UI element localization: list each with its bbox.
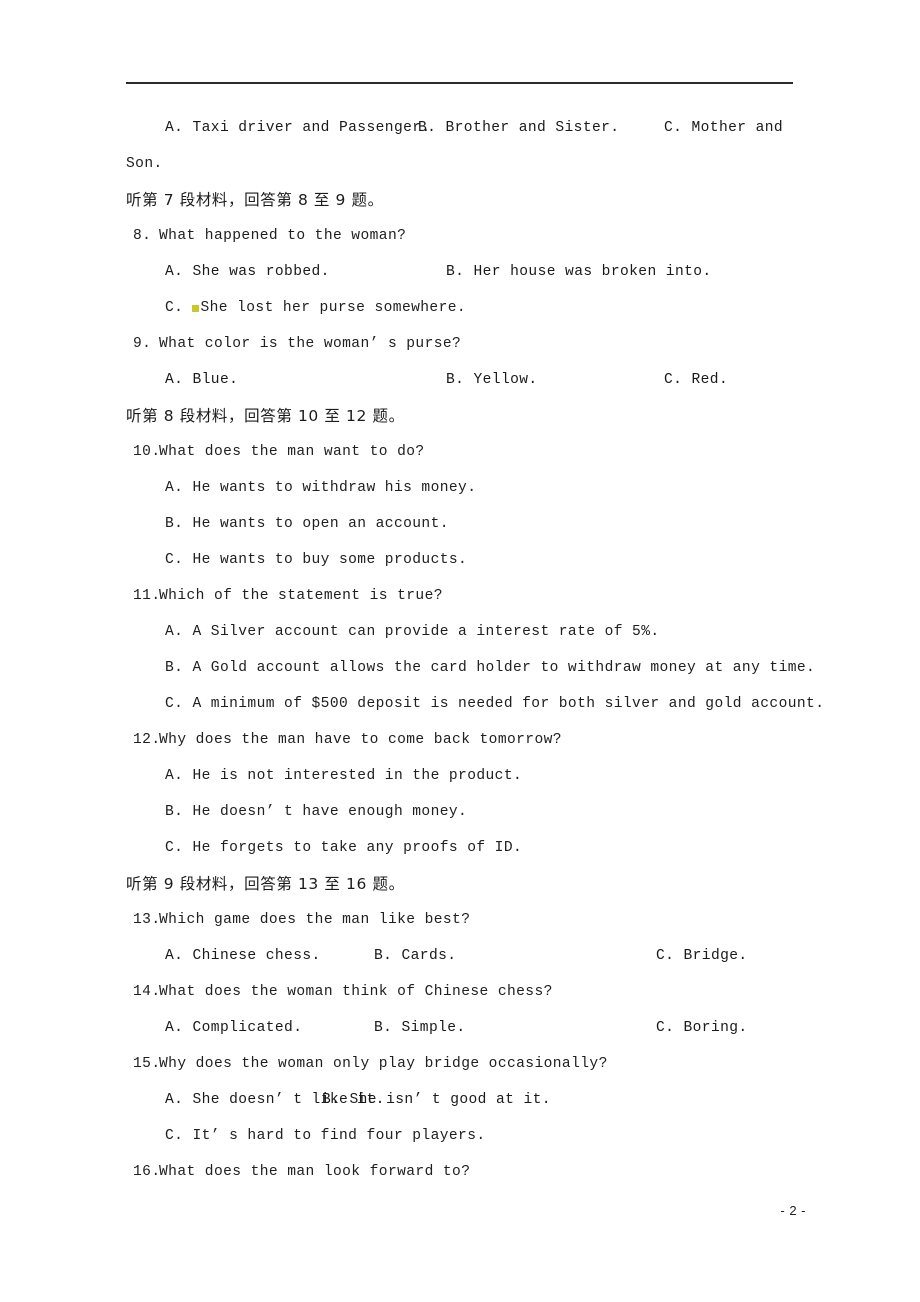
option-a-q9[interactable]: A. Blue.	[165, 362, 238, 398]
option-c-q9[interactable]: C. Red.	[664, 362, 728, 398]
option-b-q14[interactable]: B. Simple.	[374, 1010, 466, 1046]
option-row-q7: A. Taxi driver and Passenger. B. Brother…	[126, 110, 796, 146]
question-text-13: Which game does the man like best?	[159, 912, 471, 928]
option-a-q12[interactable]: A. He is not interested in the product.	[126, 758, 796, 794]
highlight-mark-icon	[192, 305, 200, 312]
question-stem-12: 12.Why does the man have to come back to…	[126, 722, 796, 758]
question-stem-16: 16.What does the man look forward to?	[126, 1154, 796, 1190]
option-row-q14: A. Complicated. B. Simple. C. Boring.	[126, 1010, 796, 1046]
question-number-12: 12.	[133, 732, 161, 748]
option-row-q9: A. Blue. B. Yellow. C. Red.	[126, 362, 796, 398]
option-c-q8-text: She lost her purse somewhere.	[200, 300, 467, 316]
option-c-q10[interactable]: C. He wants to buy some products.	[126, 542, 796, 578]
option-row-q13: A. Chinese chess. B. Cards. C. Bridge.	[126, 938, 796, 974]
header-rule	[126, 82, 793, 84]
footer-page-number: - 2 -	[780, 1203, 806, 1218]
option-c-q14[interactable]: C. Boring.	[656, 1010, 748, 1046]
question-text-9: What color is the woman’ s purse?	[159, 336, 462, 352]
option-b-q10[interactable]: B. He wants to open an account.	[126, 506, 796, 542]
exam-page: A. Taxi driver and Passenger. B. Brother…	[0, 0, 920, 1302]
option-c-q11[interactable]: C. A minimum of $500 deposit is needed f…	[126, 686, 824, 722]
question-stem-13: 13.Which game does the man like best?	[126, 902, 796, 938]
question-number-16: 16.	[133, 1164, 161, 1180]
question-text-16: What does the man look forward to?	[159, 1164, 471, 1180]
option-a-q10[interactable]: A. He wants to withdraw his money.	[126, 470, 796, 506]
option-c-q15[interactable]: C. It’ s hard to find four players.	[126, 1118, 796, 1154]
question-text-10: What does the man want to do?	[159, 444, 425, 460]
option-row-q15-ab: A. She doesn’ t like it. B. She isn’ t g…	[126, 1082, 796, 1118]
option-b-q15[interactable]: B. She isn’ t good at it.	[322, 1082, 551, 1118]
question-number-8: 8.	[133, 228, 152, 244]
question-stem-15: 15.Why does the woman only play bridge o…	[126, 1046, 796, 1082]
question-number-9: 9.	[133, 336, 152, 352]
option-a-q13[interactable]: A. Chinese chess.	[165, 938, 321, 974]
option-c-q8-letter: C.	[165, 300, 193, 316]
listening-heading-8: 听第 8 段材料，回答第 10 至 12 题。	[126, 407, 405, 425]
question-stem-10: 10.What does the man want to do?	[126, 434, 796, 470]
option-a-q8[interactable]: A. She was robbed.	[165, 254, 330, 290]
question-number-11: 11.	[133, 588, 161, 604]
question-body: A. Taxi driver and Passenger. B. Brother…	[126, 110, 824, 1190]
question-number-15: 15.	[133, 1056, 161, 1072]
option-c-q7-wrap: Son.	[126, 156, 163, 172]
option-b-q12[interactable]: B. He doesn’ t have enough money.	[126, 794, 796, 830]
option-c-q8[interactable]: C. She lost her purse somewhere.	[126, 290, 796, 326]
question-text-15: Why does the woman only play bridge occa…	[159, 1056, 608, 1072]
question-stem-14: 14.What does the woman think of Chinese …	[126, 974, 796, 1010]
listening-heading-9: 听第 9 段材料，回答第 13 至 16 题。	[126, 875, 405, 893]
option-b-q13[interactable]: B. Cards.	[374, 938, 456, 974]
question-stem-11: 11.Which of the statement is true?	[126, 578, 796, 614]
question-text-14: What does the woman think of Chinese che…	[159, 984, 553, 1000]
option-row-q8-ab: A. She was robbed. B. Her house was brok…	[126, 254, 796, 290]
question-number-14: 14.	[133, 984, 161, 1000]
question-number-10: 10.	[133, 444, 161, 460]
option-a-q7[interactable]: A. Taxi driver and Passenger.	[165, 110, 431, 146]
question-stem-9: 9. What color is the woman’ s purse?	[126, 326, 796, 362]
option-b-q8[interactable]: B. Her house was broken into.	[446, 254, 712, 290]
option-b-q11[interactable]: B. A Gold account allows the card holder…	[126, 650, 815, 686]
option-c-q13[interactable]: C. Bridge.	[656, 938, 748, 974]
option-c-q7[interactable]: C. Mother and	[664, 110, 783, 146]
question-text-8: What happened to the woman?	[159, 228, 407, 244]
option-b-q9[interactable]: B. Yellow.	[446, 362, 538, 398]
question-text-12: Why does the man have to come back tomor…	[159, 732, 562, 748]
option-a-q11[interactable]: A. A Silver account can provide a intere…	[126, 614, 796, 650]
question-number-13: 13.	[133, 912, 161, 928]
option-a-q14[interactable]: A. Complicated.	[165, 1010, 302, 1046]
option-b-q7[interactable]: B. Brother and Sister.	[418, 110, 619, 146]
option-c-q12[interactable]: C. He forgets to take any proofs of ID.	[126, 830, 796, 866]
listening-heading-7: 听第 7 段材料，回答第 8 至 9 题。	[126, 191, 384, 209]
question-stem-8: 8. What happened to the woman?	[126, 218, 796, 254]
question-text-11: Which of the statement is true?	[159, 588, 443, 604]
